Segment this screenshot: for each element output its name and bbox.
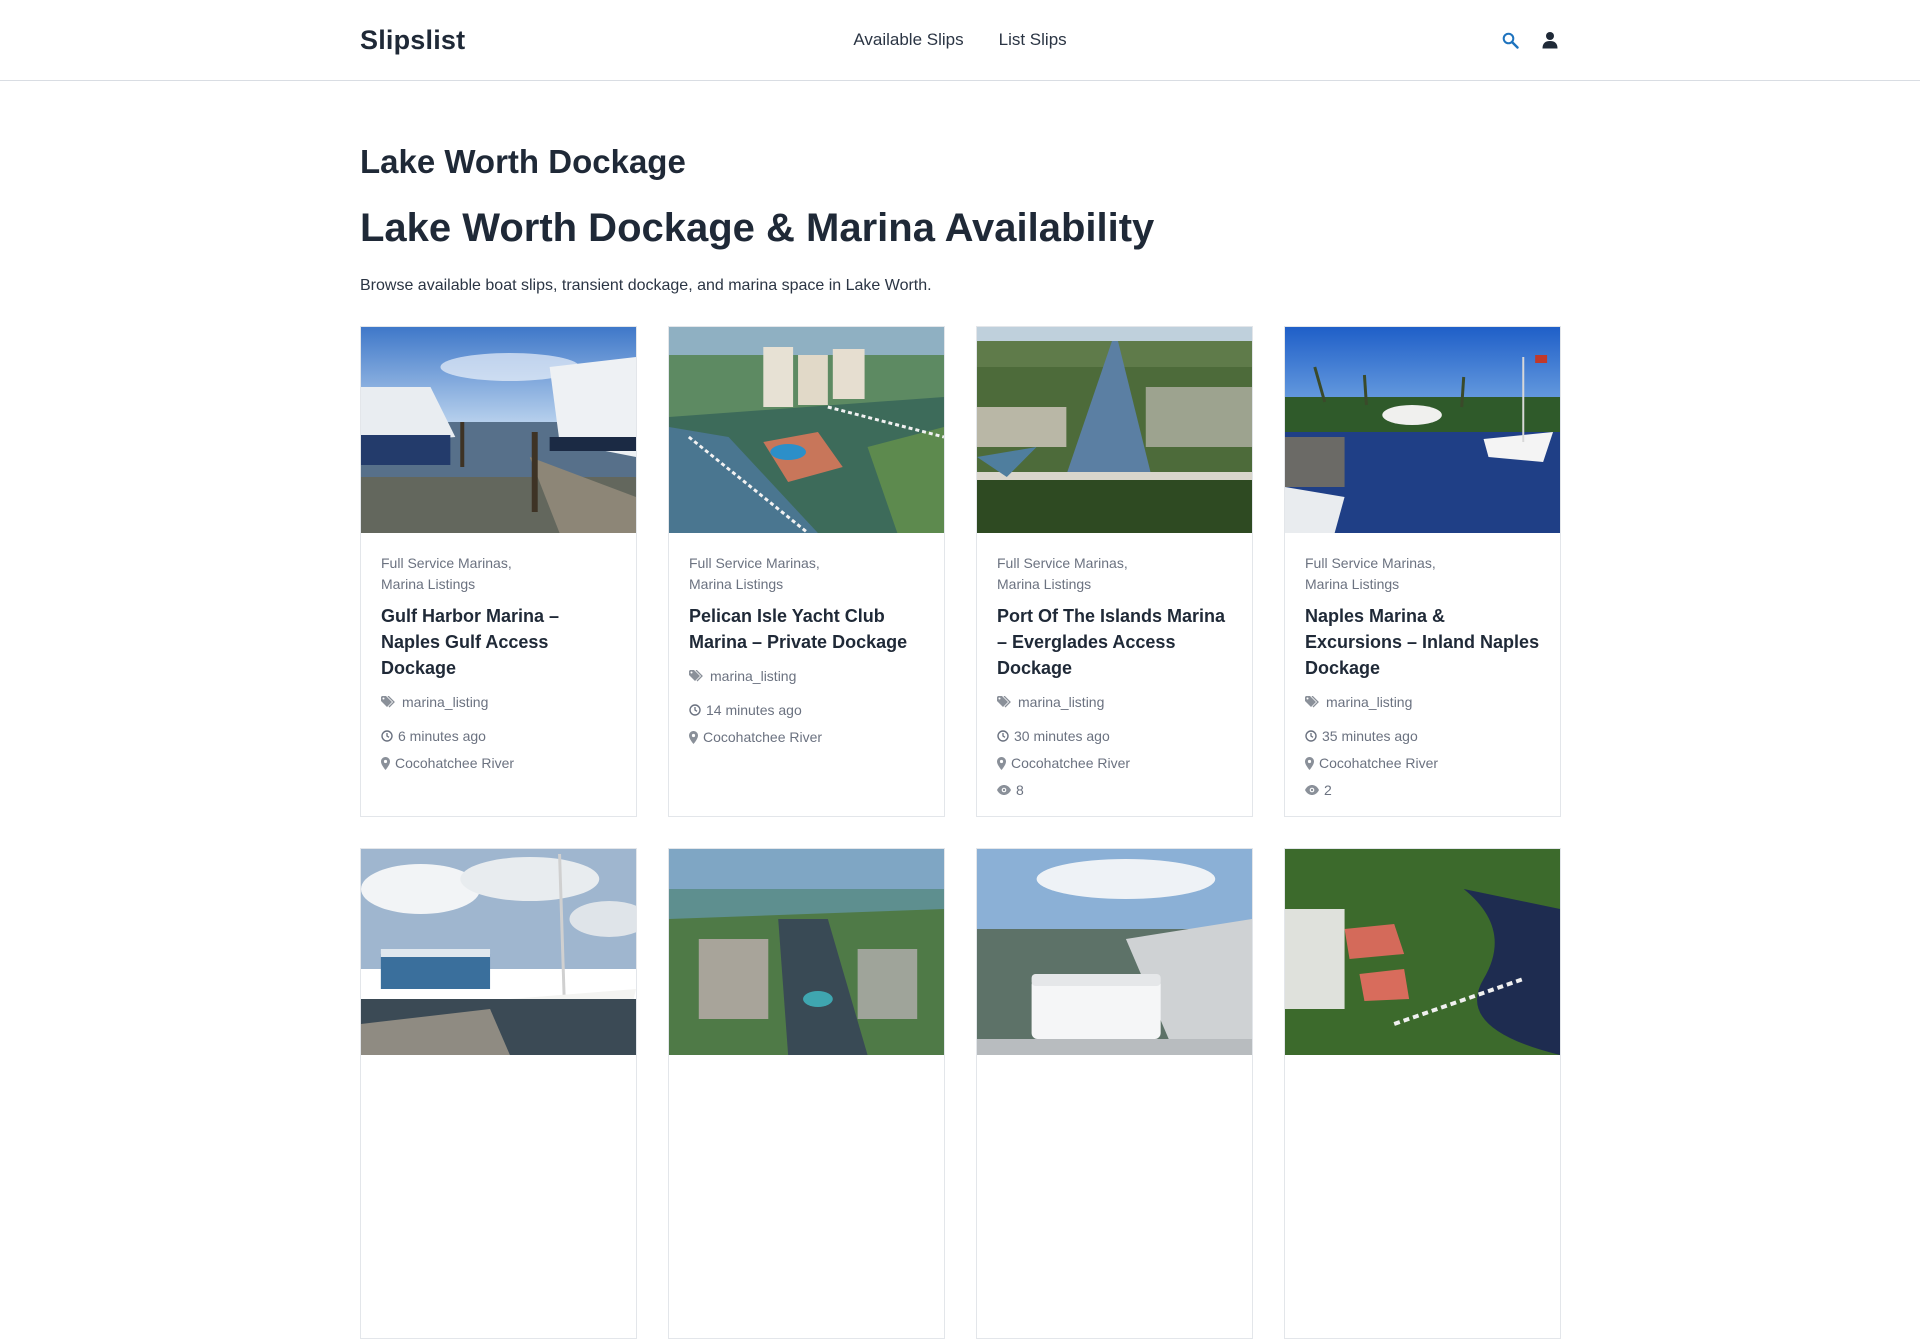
search-icon[interactable]: [1500, 30, 1520, 50]
listing-card[interactable]: [1284, 848, 1561, 1339]
listing-views: 8: [997, 782, 1232, 798]
clock-icon: [381, 730, 393, 742]
listing-card[interactable]: [976, 848, 1253, 1339]
listing-photo-dock-box[interactable]: [977, 849, 1252, 1055]
listing-photo-river-aerial[interactable]: [1285, 849, 1560, 1055]
page-title: Lake Worth Dockage: [360, 143, 686, 180]
listing-grid: Full Service Marinas, Marina Listings Gu…: [360, 326, 1561, 1339]
listing-card[interactable]: [668, 848, 945, 1339]
listing-tag[interactable]: marina_listing: [997, 694, 1232, 710]
listing-card[interactable]: Full Service Marinas, Marina Listings Pe…: [668, 326, 945, 817]
listing-title[interactable]: Naples Marina & Excursions – Inland Napl…: [1305, 603, 1540, 681]
nav-link-list-slips[interactable]: List Slips: [999, 30, 1067, 50]
listing-photo-marina-palms[interactable]: [1285, 327, 1560, 533]
listing-card[interactable]: Full Service Marinas, Marina Listings Gu…: [360, 326, 637, 817]
map-pin-icon: [997, 756, 1006, 770]
top-navigation-bar: Slipslist Available Slips List Slips: [0, 0, 1920, 81]
tag-icon: [1305, 696, 1319, 708]
listing-title[interactable]: Gulf Harbor Marina – Naples Gulf Access …: [381, 603, 616, 681]
listing-location[interactable]: Cocohatchee River: [689, 729, 924, 745]
listing-time: 14 minutes ago: [689, 702, 924, 718]
category-link[interactable]: Full Service Marinas: [381, 555, 508, 571]
listing-card[interactable]: [360, 848, 637, 1339]
page-heading: Lake Worth Dockage & Marina Availability: [360, 206, 1155, 250]
site-logo[interactable]: Slipslist: [360, 25, 465, 56]
listing-photo-aerial-marina-towers[interactable]: [669, 327, 944, 533]
listing-tag[interactable]: marina_listing: [1305, 694, 1540, 710]
category-link[interactable]: Full Service Marinas: [997, 555, 1124, 571]
tag-icon: [689, 670, 703, 682]
listing-time: 35 minutes ago: [1305, 728, 1540, 744]
category-link[interactable]: Full Service Marinas: [689, 555, 816, 571]
card-categories: Full Service Marinas, Marina Listings: [1305, 555, 1436, 592]
eye-icon: [1305, 785, 1319, 795]
listing-tag[interactable]: marina_listing: [689, 668, 924, 684]
listing-photo-aerial-harbor[interactable]: [669, 849, 944, 1055]
listing-photo-sailboat-dock[interactable]: [361, 849, 636, 1055]
map-pin-icon: [381, 756, 390, 770]
category-link[interactable]: Marina Listings: [689, 576, 783, 592]
listing-photo-aerial-canal[interactable]: [977, 327, 1252, 533]
listing-time: 6 minutes ago: [381, 728, 616, 744]
main-nav: Available Slips List Slips: [853, 0, 1066, 80]
map-pin-icon: [689, 730, 698, 744]
listing-tag[interactable]: marina_listing: [381, 694, 616, 710]
listing-views: 2: [1305, 782, 1540, 798]
listing-time: 30 minutes ago: [997, 728, 1232, 744]
category-link[interactable]: Marina Listings: [997, 576, 1091, 592]
clock-icon: [689, 704, 701, 716]
listing-photo-dock-boats[interactable]: [361, 327, 636, 533]
listing-card[interactable]: Full Service Marinas, Marina Listings Po…: [976, 326, 1253, 817]
page-description: Browse available boat slips, transient d…: [360, 277, 932, 294]
eye-icon: [997, 785, 1011, 795]
tag-icon: [997, 696, 1011, 708]
tag-icon: [381, 696, 395, 708]
listing-location[interactable]: Cocohatchee River: [381, 755, 616, 771]
category-link[interactable]: Full Service Marinas: [1305, 555, 1432, 571]
card-categories: Full Service Marinas, Marina Listings: [381, 555, 512, 592]
map-pin-icon: [1305, 756, 1314, 770]
clock-icon: [997, 730, 1009, 742]
listing-location[interactable]: Cocohatchee River: [997, 755, 1232, 771]
listing-location[interactable]: Cocohatchee River: [1305, 755, 1540, 771]
category-link[interactable]: Marina Listings: [1305, 576, 1399, 592]
listing-title[interactable]: Pelican Isle Yacht Club Marina – Private…: [689, 603, 924, 655]
listing-card[interactable]: Full Service Marinas, Marina Listings Na…: [1284, 326, 1561, 817]
user-icon[interactable]: [1540, 30, 1560, 50]
listing-title[interactable]: Port Of The Islands Marina – Everglades …: [997, 603, 1232, 681]
card-categories: Full Service Marinas, Marina Listings: [689, 555, 820, 592]
card-categories: Full Service Marinas, Marina Listings: [997, 555, 1128, 592]
clock-icon: [1305, 730, 1317, 742]
nav-link-available-slips[interactable]: Available Slips: [853, 30, 963, 50]
category-link[interactable]: Marina Listings: [381, 576, 475, 592]
